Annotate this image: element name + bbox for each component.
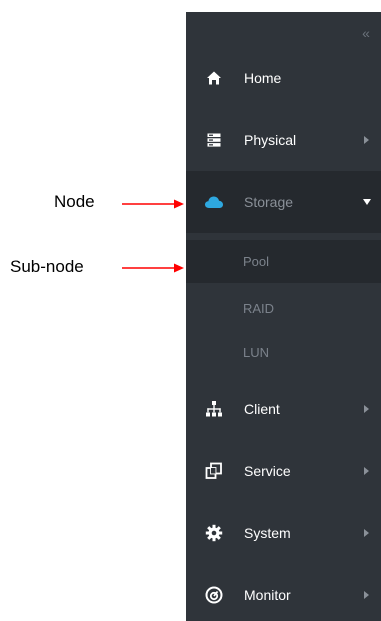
subnode-annotation-label: Sub-node	[10, 257, 84, 276]
caret-right-icon	[364, 405, 369, 413]
node-annotation-label: Node	[54, 192, 95, 211]
caret-right-icon	[364, 591, 369, 599]
gear-icon	[204, 523, 224, 543]
submenu-item-label: RAID	[243, 301, 275, 316]
server-icon	[204, 130, 224, 150]
submenu-item-pool[interactable]: Pool	[186, 240, 381, 283]
sidebar-item-service[interactable]: Service	[186, 440, 381, 502]
double-chevron-left-icon[interactable]: «	[359, 26, 373, 40]
submenu-item-lun[interactable]: LUN	[186, 331, 381, 374]
sidebar-item-label: Client	[244, 401, 280, 417]
gauge-icon	[204, 585, 224, 605]
sidebar-item-label: Physical	[244, 132, 297, 148]
sidebar-item-monitor[interactable]: Monitor	[186, 564, 381, 621]
home-icon	[204, 68, 224, 88]
sidebar-item-storage[interactable]: Storage	[186, 171, 381, 233]
sidebar-item-system[interactable]: System	[186, 502, 381, 564]
sidebar-item-physical[interactable]: Physical	[186, 109, 381, 171]
subnode-annotation-arrow	[122, 263, 184, 273]
sidebar-item-home[interactable]: Home	[186, 47, 381, 109]
cloud-icon	[204, 192, 224, 212]
service-icon	[204, 461, 224, 481]
caret-right-icon	[364, 136, 369, 144]
submenu-item-label: LUN	[243, 345, 270, 360]
caret-down-icon	[363, 199, 371, 205]
submenu-item-label: Pool	[243, 254, 270, 269]
sidebar-nav: « Home Physical Storage Pool RAID LUN Cl…	[186, 12, 381, 621]
sidebar-item-label: Monitor	[244, 587, 291, 603]
network-icon	[204, 399, 224, 419]
caret-right-icon	[364, 529, 369, 537]
caret-right-icon	[364, 467, 369, 475]
sidebar-item-label: Storage	[244, 194, 294, 210]
sidebar-item-label: System	[244, 525, 291, 541]
sidebar-item-label: Service	[244, 463, 291, 479]
sidebar-item-label: Home	[244, 70, 282, 86]
submenu-item-raid[interactable]: RAID	[186, 287, 381, 330]
sidebar-item-client[interactable]: Client	[186, 378, 381, 440]
node-annotation-arrow	[122, 199, 184, 209]
